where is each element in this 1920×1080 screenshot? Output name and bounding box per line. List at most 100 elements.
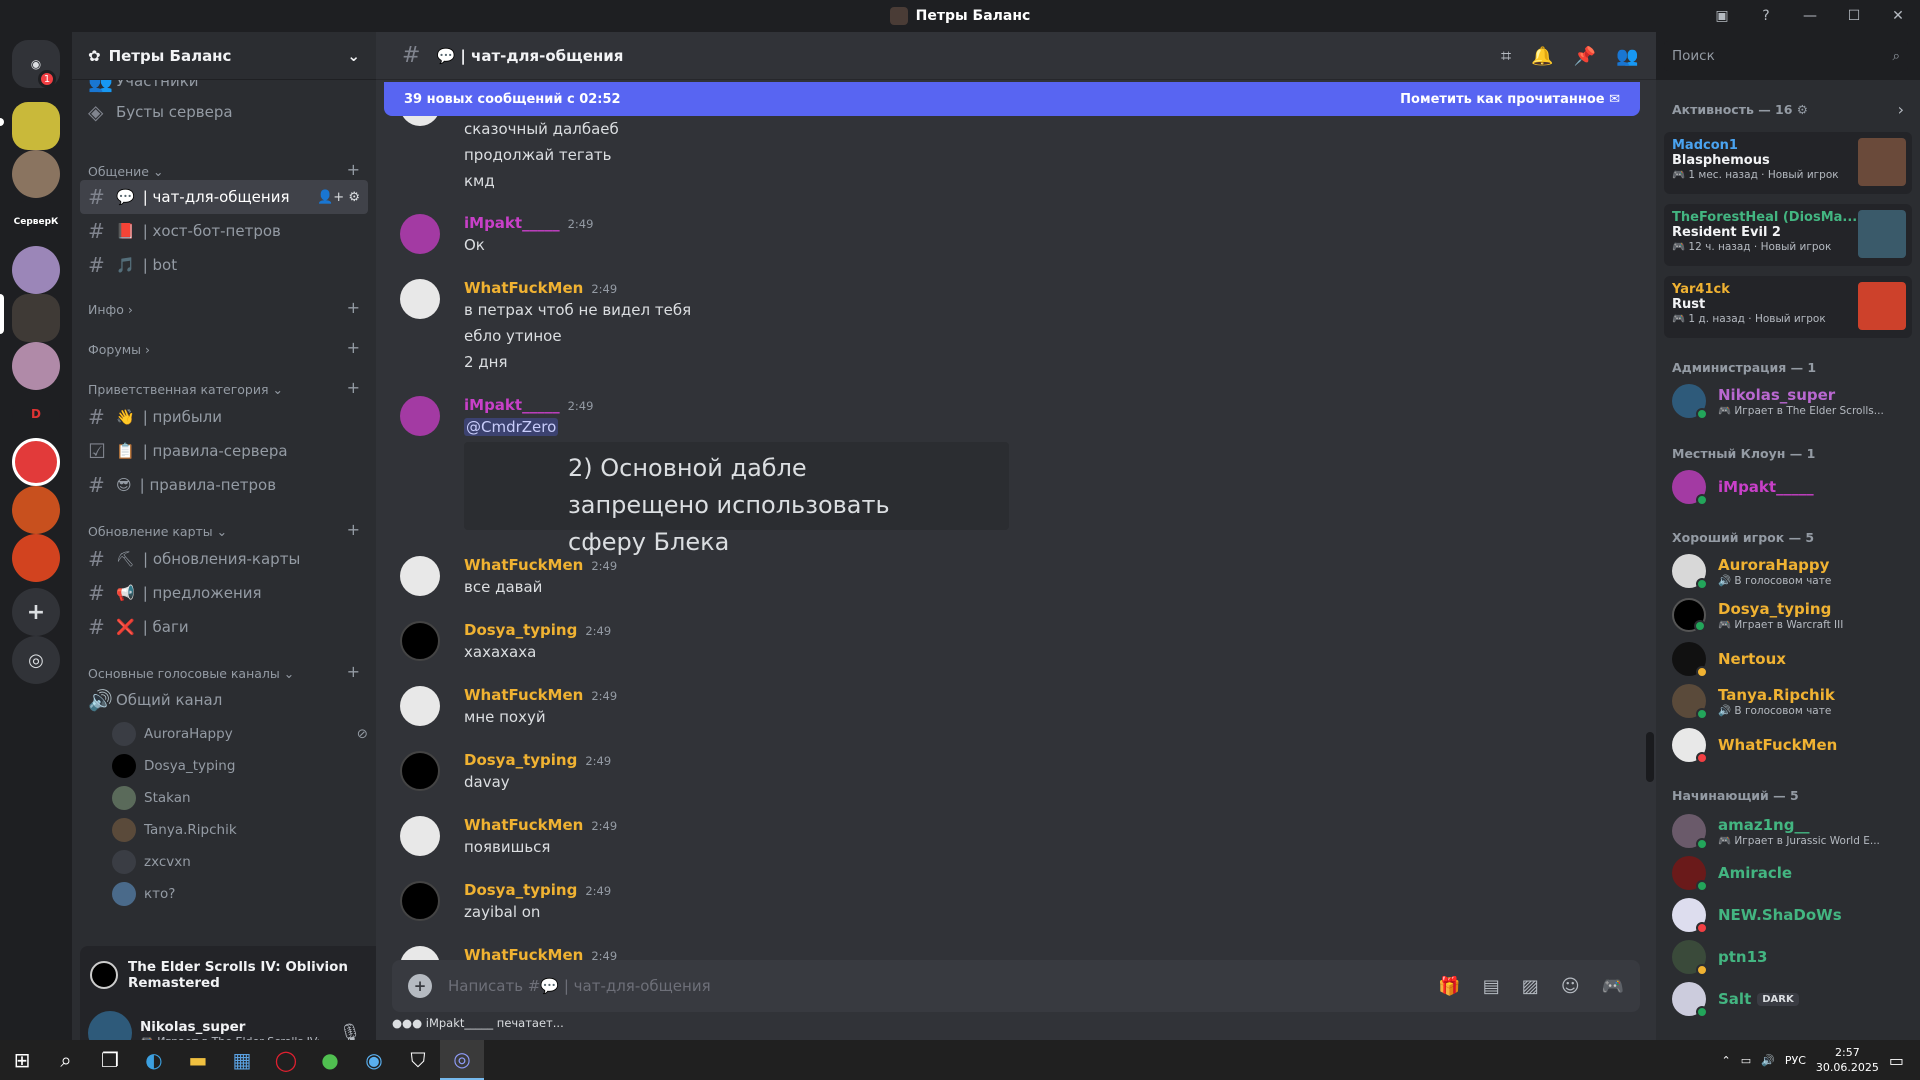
server-icon[interactable] [12, 150, 60, 198]
member-item[interactable]: amaz1ng__ 🎮 Играет в Jurassic World E... [1664, 810, 1912, 852]
avatar[interactable] [400, 751, 440, 791]
author-name[interactable]: Dosya_typing [464, 621, 577, 639]
gift-icon[interactable]: 🎁 [1438, 976, 1460, 997]
avatar[interactable] [400, 279, 440, 319]
notifications-icon[interactable]: ▭ [1889, 1051, 1904, 1070]
oblivion-icon[interactable]: ⛉ [396, 1040, 440, 1080]
channel-bot[interactable]: # 🎵 | bot [80, 248, 368, 282]
author-name[interactable]: Dosya_typing [464, 751, 577, 769]
category-header[interactable]: Форумы › + [88, 340, 360, 358]
settings-icon[interactable]: 👤+ ⚙ [317, 190, 360, 205]
threads-icon[interactable]: ⌗ [1501, 46, 1511, 67]
discord-icon[interactable]: ◎ [440, 1040, 484, 1080]
activity-header[interactable]: Активность — 16 ⚙ [1672, 102, 1808, 117]
avatar[interactable] [400, 556, 440, 596]
server-icon-active[interactable] [12, 294, 60, 342]
help-icon[interactable]: ? [1744, 8, 1788, 24]
sticker-icon[interactable]: ▨ [1522, 976, 1539, 997]
server-icon[interactable] [12, 246, 60, 294]
member-item[interactable]: ptn13 [1664, 936, 1912, 978]
start-icon[interactable]: ⊞ [0, 1040, 44, 1080]
category-header[interactable]: Общение ⌄ + [88, 162, 360, 180]
add-channel-icon[interactable]: + [347, 300, 360, 317]
channel-suggestions[interactable]: # 📢 | предложения [80, 576, 368, 610]
image-embed[interactable]: 2) Основной дабле запрещено использовать… [464, 442, 1009, 556]
voice-channel-general[interactable]: 🔊 Общий канал [80, 683, 368, 717]
voice-user[interactable]: Stakan [112, 784, 368, 812]
activity-card[interactable]: Yar41ck Rust 🎮 1 д. назад · Новый игрок [1664, 276, 1912, 338]
opera-icon[interactable]: ◯ [264, 1040, 308, 1080]
voice-user[interactable]: zxcvxn [112, 848, 368, 876]
chevron-right-icon[interactable]: › [1898, 100, 1904, 119]
scrollbar[interactable] [1646, 732, 1654, 782]
avatar[interactable] [400, 621, 440, 661]
network-icon[interactable]: ▭ [1741, 1054, 1751, 1067]
avatar[interactable] [400, 214, 440, 254]
channel-bugs[interactable]: # ❌ | баги [80, 610, 368, 644]
search-input[interactable]: Поиск ⌕ [1664, 41, 1908, 71]
channel-map-updates[interactable]: # ⛏ | обновления-карты [80, 542, 368, 576]
message-input[interactable]: Написать #💬 | чат-для-общения [448, 977, 711, 995]
add-server-icon[interactable]: + [12, 588, 60, 636]
channel-host-bot[interactable]: # 📕 | хост-бот-петров [80, 214, 368, 248]
steam-icon[interactable]: ◉ [352, 1040, 396, 1080]
server-icon[interactable]: СерверК [12, 198, 60, 246]
author-name[interactable]: Dosya_typing [464, 881, 577, 899]
add-channel-icon[interactable]: + [347, 664, 360, 681]
clock[interactable]: 2:57 30.06.2025 [1816, 1045, 1879, 1075]
language-indicator[interactable]: РУС [1785, 1054, 1806, 1067]
bell-icon[interactable]: 🔔 [1531, 46, 1553, 67]
inbox-icon[interactable]: ▣ [1700, 8, 1744, 24]
avatar[interactable] [400, 686, 440, 726]
tray-chevron-icon[interactable]: ⌃ [1722, 1054, 1731, 1067]
avatar[interactable] [400, 816, 440, 856]
member-item[interactable]: Tanya.Ripchik 🔊 В голосовом чате [1664, 680, 1912, 722]
server-header[interactable]: ✿ Петры Баланс ⌄ [72, 32, 376, 80]
author-name[interactable]: iMpakt_____ [464, 396, 560, 414]
members-icon[interactable]: 👥 [1616, 46, 1638, 67]
member-item[interactable]: WhatFuckMen [1664, 724, 1912, 766]
author-name[interactable]: iMpakt_____ [464, 214, 560, 232]
member-item[interactable]: AuroraHappy 🔊 В голосовом чате [1664, 550, 1912, 592]
author-name[interactable]: WhatFuckMen [464, 279, 583, 297]
member-item[interactable]: Nikolas_super 🎮 Играет в The Elder Scroll… [1664, 380, 1912, 422]
volume-icon[interactable]: 🔊 [1761, 1054, 1775, 1067]
voice-user[interactable]: Dosya_typing [112, 752, 368, 780]
close-button[interactable]: ✕ [1876, 8, 1920, 24]
author-name[interactable]: WhatFuckMen [464, 816, 583, 834]
channel-rules[interactable]: ☑ 📋 | правила-сервера [80, 434, 368, 468]
category-header[interactable]: Инфо › + [88, 300, 360, 318]
gif-icon[interactable]: ▤ [1483, 976, 1500, 997]
app-icon[interactable]: ● [308, 1040, 352, 1080]
member-item[interactable]: Salt DARK [1664, 978, 1912, 1020]
server-icon[interactable] [12, 534, 60, 582]
maximize-button[interactable]: ☐ [1832, 8, 1876, 24]
mark-read-button[interactable]: Пометить как прочитанное ✉ [1400, 92, 1620, 107]
server-icon[interactable]: D [12, 390, 60, 438]
member-item[interactable]: NEW.ShaDoWs [1664, 894, 1912, 936]
emoji-icon[interactable]: ☺ [1561, 976, 1580, 997]
server-icon[interactable] [12, 102, 60, 150]
activities-icon[interactable]: 🎮 [1602, 976, 1624, 997]
activity-card[interactable]: TheForestHeal (DiosMa... Resident Evil 2… [1664, 204, 1912, 266]
channel-petr-rules[interactable]: # 😎 | правила-петров [80, 468, 368, 502]
discover-icon[interactable]: ◎ [12, 636, 60, 684]
message-composer[interactable]: + Написать #💬 | чат-для-общения 🎁 ▤ ▨ ☺ … [392, 960, 1640, 1012]
channel-arrivals[interactable]: # 👋 | прибыли [80, 400, 368, 434]
member-item[interactable]: iMpakt_____ [1664, 466, 1912, 508]
store-icon[interactable]: ▦ [220, 1040, 264, 1080]
task-view-icon[interactable]: ❐ [88, 1040, 132, 1080]
category-header[interactable]: Приветственная категория ⌄ + [88, 380, 360, 398]
server-icon[interactable] [12, 438, 60, 486]
add-channel-icon[interactable]: + [347, 162, 360, 179]
voice-user[interactable]: кто? [112, 880, 368, 908]
member-item[interactable]: Dosya_typing 🎮 Играет в Warcraft III [1664, 594, 1912, 636]
category-header[interactable]: Основные голосовые каналы ⌄ + [88, 664, 360, 682]
minimize-button[interactable]: — [1788, 8, 1832, 24]
category-header[interactable]: Обновление карты ⌄ + [88, 522, 360, 540]
add-channel-icon[interactable]: + [347, 340, 360, 357]
server-icon[interactable] [12, 342, 60, 390]
activity-card[interactable]: Madcon1 Blasphemous 🎮 1 мес. назад · Нов… [1664, 132, 1912, 194]
new-messages-bar[interactable]: 39 новых сообщений с 02:52 Пометить как … [384, 82, 1640, 116]
server-icon[interactable] [12, 486, 60, 534]
